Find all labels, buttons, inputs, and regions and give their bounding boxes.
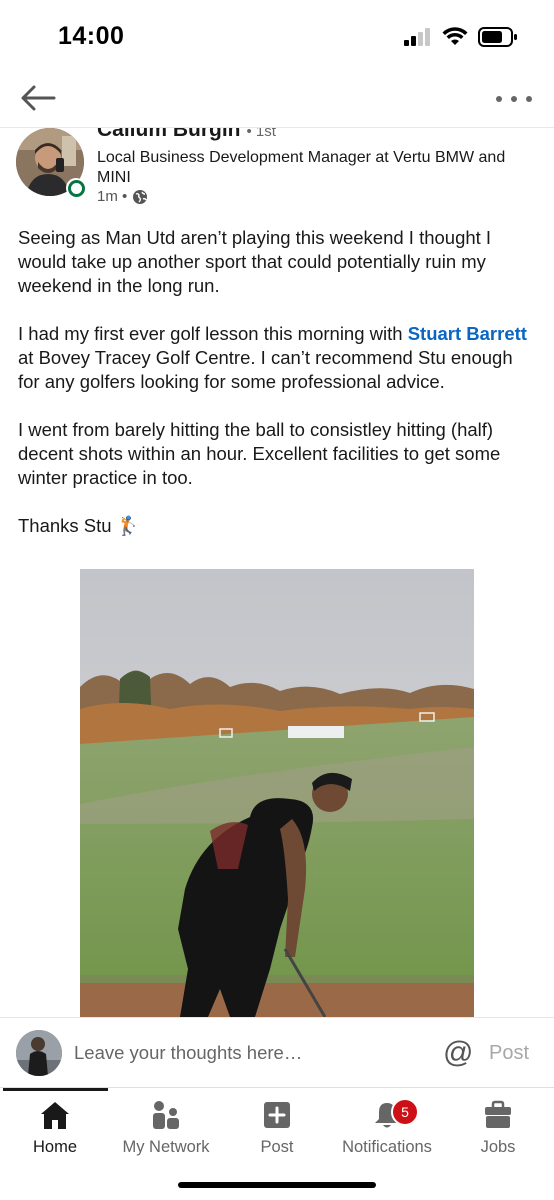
post-paragraph: Seeing as Man Utd aren’t playing this we… [18,227,492,296]
nav-my-network[interactable]: My Network [111,1096,221,1157]
more-dot [511,96,517,102]
comment-input[interactable]: Leave your thoughts here… [74,1042,302,1064]
post-header: Callum Burgin • 1st Local Business Devel… [0,128,554,210]
post-text-fragment: I had my first ever golf lesson this mor… [18,323,408,344]
back-button[interactable] [18,82,62,116]
battery-icon [478,27,517,47]
nav-label-jobs: Jobs [480,1138,516,1156]
author-headline: Local Business Development Manager at Ve… [97,149,506,186]
post-body: Seeing as Man Utd aren’t playing this we… [18,226,538,562]
wifi-icon [442,27,468,45]
golf-photo [80,569,474,1017]
more-options-button[interactable] [496,86,532,112]
post-paragraph: Thanks Stu 🏌️ [18,515,140,536]
post-time-row: 1m • [97,188,148,205]
nav-post[interactable]: Post [222,1096,332,1157]
home-icon [41,1102,69,1129]
top-nav [0,70,554,128]
post-time: 1m • [97,188,128,205]
cellular-signal-icon [404,28,430,46]
nav-label-my-network: My Network [122,1138,210,1156]
author-name-row: Callum Burgin • 1st [97,128,276,142]
comment-bar: Leave your thoughts here… @ Post [0,1017,554,1087]
nav-home[interactable]: Home [0,1096,110,1157]
bottom-nav: Home My Network Post 5 Notifications Job… [0,1087,554,1200]
plus-square-icon [264,1102,290,1128]
nav-label-notifications: Notifications [342,1138,432,1156]
home-indicator[interactable] [178,1182,376,1188]
nav-jobs[interactable]: Jobs [443,1096,553,1157]
post-paragraph: I went from barely hitting the ball to c… [18,419,501,488]
online-status-indicator [66,178,86,198]
mention-link[interactable]: Stuart Barrett [408,323,527,344]
arrow-left-icon [21,85,56,111]
nav-label-home: Home [32,1138,77,1156]
current-user-avatar-image [16,1030,62,1076]
status-bar: 14:00 [0,0,554,70]
status-time: 14:00 [58,22,125,50]
more-dot [496,96,502,102]
author-name[interactable]: Callum Burgin [97,128,241,142]
nav-label-post: Post [260,1138,294,1156]
status-icons [404,26,518,48]
nav-notifications[interactable]: 5 Notifications [332,1096,442,1157]
post-image[interactable] [80,569,474,1017]
active-tab-indicator [3,1088,108,1091]
briefcase-icon [485,1100,511,1128]
mention-at-button[interactable]: @ [443,1036,473,1070]
notifications-badge: 5 [391,1098,419,1126]
connection-degree: • 1st [246,128,276,140]
post-paragraph: I had my first ever golf lesson this mor… [18,322,538,394]
post-comment-button[interactable]: Post [489,1042,529,1065]
more-dot [526,96,532,102]
post-text-fragment: at Bovey Tracey Golf Centre. I can’t rec… [18,347,513,392]
globe-icon [133,189,148,204]
network-icon [153,1101,179,1129]
current-user-avatar[interactable] [16,1030,62,1076]
